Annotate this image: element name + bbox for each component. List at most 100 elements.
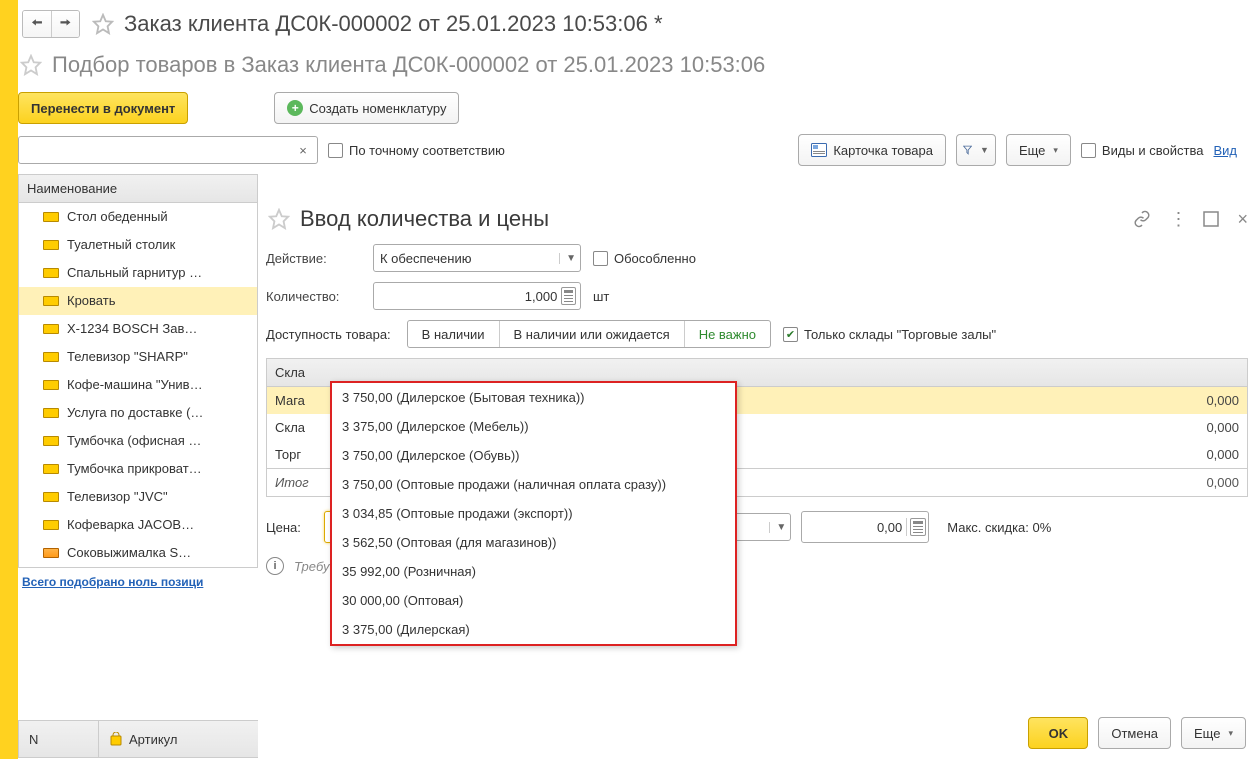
- star-icon[interactable]: [88, 13, 114, 35]
- search-input[interactable]: ×: [18, 136, 318, 164]
- qty-label: Количество:: [266, 289, 361, 304]
- calc-icon[interactable]: [561, 287, 576, 305]
- card-icon: [811, 143, 827, 157]
- item-icon: [43, 268, 59, 278]
- price-option[interactable]: 3 034,85 (Оптовые продажи (экспорт)): [332, 499, 735, 528]
- tree-item-label: Тумбочка прикроват…: [67, 461, 202, 476]
- tree-item[interactable]: Телевизор "JVC": [19, 483, 257, 511]
- tree-item-label: Тумбочка (офисная …: [67, 433, 201, 448]
- star-icon[interactable]: [18, 54, 42, 76]
- only-warehouses-checkbox[interactable]: Только склады "Торговые залы": [783, 327, 996, 342]
- price-option[interactable]: 3 375,00 (Дилерская): [332, 615, 735, 644]
- action-select[interactable]: К обеспечению ▼: [373, 244, 581, 272]
- tree-item[interactable]: Туалетный столик: [19, 231, 257, 259]
- col-art: Артикул: [99, 721, 261, 757]
- search-field[interactable]: [23, 143, 293, 158]
- item-icon: [43, 380, 59, 390]
- tree-item[interactable]: Кровать: [19, 287, 257, 315]
- tree-item-label: Кофеварка JACOB…: [67, 517, 194, 532]
- item-icon: [43, 436, 59, 446]
- tree-item[interactable]: Кофе-машина "Унив…: [19, 371, 257, 399]
- more-button[interactable]: Еще ▾: [1181, 717, 1246, 749]
- menu-dots-icon[interactable]: ⋮: [1169, 209, 1185, 230]
- transfer-button[interactable]: Перенести в документ: [18, 92, 188, 124]
- tree-item-label: Кофе-машина "Унив…: [67, 377, 203, 392]
- panel-title: Подбор товаров в Заказ клиента ДС0К-0000…: [52, 52, 765, 78]
- price-option[interactable]: 3 375,00 (Дилерское (Мебель)): [332, 412, 735, 441]
- action-label: Действие:: [266, 251, 361, 266]
- tree-item[interactable]: Стол обеденный: [19, 203, 257, 231]
- item-icon: [43, 548, 59, 558]
- tree-item-label: X-1234 BOSCH Зав…: [67, 321, 197, 336]
- tree-item[interactable]: Кофеварка JACOB…: [19, 511, 257, 539]
- bag-icon: [109, 732, 123, 746]
- window-title: Заказ клиента ДС0К-000002 от 25.01.2023 …: [124, 11, 663, 37]
- avail-label: Доступность товара:: [266, 327, 391, 342]
- calc-icon[interactable]: [906, 518, 928, 536]
- item-icon: [43, 352, 59, 362]
- item-icon: [43, 240, 59, 250]
- qty-input[interactable]: 1,000: [373, 282, 581, 310]
- tree-item-label: Услуга по доставке (…: [67, 405, 203, 420]
- price-option[interactable]: 3 750,00 (Дилерское (Обувь)): [332, 441, 735, 470]
- item-icon: [43, 492, 59, 502]
- plus-icon: +: [287, 100, 303, 116]
- price-option[interactable]: 3 750,00 (Оптовые продажи (наличная опла…: [332, 470, 735, 499]
- views-props-checkbox[interactable]: Виды и свойства: [1081, 143, 1204, 158]
- item-tree: Наименование Стол обеденныйТуалетный сто…: [18, 174, 258, 568]
- wh-total-value: 0,000: [1179, 475, 1239, 490]
- picked-total-link[interactable]: Всего подобрано ноль позици: [22, 575, 203, 589]
- price-dropdown: 3 750,00 (Дилерское (Бытовая техника))3 …: [330, 381, 737, 646]
- popup-title: Ввод количества и цены: [300, 206, 549, 232]
- price-option[interactable]: 35 992,00 (Розничная): [332, 557, 735, 586]
- tree-item[interactable]: Тумбочка (офисная …: [19, 427, 257, 455]
- item-icon: [43, 212, 59, 222]
- price-option[interactable]: 30 000,00 (Оптовая): [332, 586, 735, 615]
- wh-val: 0,000: [1179, 447, 1239, 462]
- link-icon[interactable]: [1133, 210, 1151, 228]
- tree-item-label: Кровать: [67, 293, 115, 308]
- cancel-button[interactable]: Отмена: [1098, 717, 1171, 749]
- price-label: Цена:: [266, 520, 314, 535]
- close-icon[interactable]: ×: [1237, 209, 1248, 230]
- product-card-button[interactable]: Карточка товара: [798, 134, 946, 166]
- avail-expected[interactable]: В наличии или ожидается: [499, 321, 684, 347]
- tree-item[interactable]: Соковыжималка S…: [19, 539, 257, 567]
- discount-input[interactable]: 0,00: [801, 511, 929, 543]
- create-item-button[interactable]: + Создать номенклатуру: [274, 92, 459, 124]
- tree-item[interactable]: Услуга по доставке (…: [19, 399, 257, 427]
- wh-val: 0,000: [1179, 393, 1239, 408]
- tree-item-label: Спальный гарнитур …: [67, 265, 202, 280]
- item-icon: [43, 296, 59, 306]
- wh-val: 0,000: [1179, 420, 1239, 435]
- tree-item-label: Телевизор "SHARP": [67, 349, 188, 364]
- separate-checkbox[interactable]: Обособленно: [593, 251, 696, 266]
- exact-match-checkbox[interactable]: По точному соответствию: [328, 143, 505, 158]
- views-link[interactable]: Вид: [1213, 143, 1237, 158]
- window-detach-icon[interactable]: [1203, 211, 1219, 227]
- tree-item[interactable]: Телевизор "SHARP": [19, 343, 257, 371]
- price-option[interactable]: 3 750,00 (Дилерское (Бытовая техника)): [332, 383, 735, 412]
- more-button[interactable]: Еще ▾: [1006, 134, 1071, 166]
- item-icon: [43, 408, 59, 418]
- clear-icon[interactable]: ×: [293, 143, 313, 158]
- item-icon: [43, 520, 59, 530]
- tree-item[interactable]: Спальный гарнитур …: [19, 259, 257, 287]
- price-option[interactable]: 3 562,50 (Оптовая (для магазинов)): [332, 528, 735, 557]
- tree-item-label: Туалетный столик: [67, 237, 175, 252]
- nav-back-button[interactable]: 🠨: [23, 11, 51, 37]
- star-icon[interactable]: [266, 208, 290, 230]
- item-icon: [43, 464, 59, 474]
- tree-item-label: Телевизор "JVC": [67, 489, 168, 504]
- avail-any[interactable]: Не важно: [684, 321, 770, 347]
- tree-item[interactable]: Тумбочка прикроват…: [19, 455, 257, 483]
- ok-button[interactable]: OK: [1028, 717, 1088, 749]
- tree-item[interactable]: X-1234 BOSCH Зав…: [19, 315, 257, 343]
- col-n: N: [19, 721, 99, 757]
- qty-unit: шт: [593, 289, 609, 304]
- filter-button[interactable]: ▼: [956, 134, 996, 166]
- info-icon: i: [266, 557, 284, 575]
- item-icon: [43, 324, 59, 334]
- nav-forward-button[interactable]: 🠪: [51, 11, 79, 37]
- avail-instock[interactable]: В наличии: [408, 321, 499, 347]
